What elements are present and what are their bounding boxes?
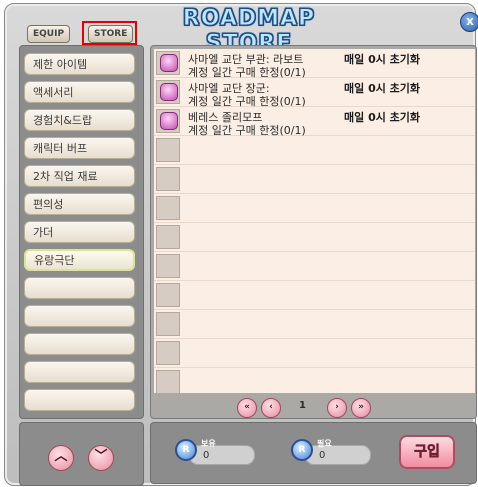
sidebar-item-accessory[interactable]: 액세서리 — [24, 81, 135, 103]
sidebar-item-troupe[interactable]: 유랑극단 — [24, 249, 135, 271]
required-currency-box — [305, 445, 371, 465]
next-page-icon[interactable]: › — [327, 398, 347, 418]
owned-currency-box — [189, 445, 255, 465]
empty-row — [154, 165, 475, 194]
sidebar-item-empty — [24, 361, 135, 383]
currency-coin-icon: R — [175, 439, 197, 461]
sidebar-item-guarder[interactable]: 가더 — [24, 221, 135, 243]
empty-slot — [156, 138, 180, 162]
sidebar-item-empty — [24, 305, 135, 327]
empty-row — [154, 368, 475, 394]
tab-equip[interactable]: EQUIP — [27, 25, 71, 43]
empty-slot — [156, 341, 180, 365]
scroll-up-icon[interactable]: ︿ — [48, 445, 74, 471]
pagination: « ‹ 1 › » — [151, 398, 476, 418]
item-slot — [156, 51, 180, 75]
empty-slot — [156, 167, 180, 191]
empty-slot — [156, 312, 180, 336]
close-icon[interactable]: x — [460, 12, 478, 32]
purchase-bar: R 보유 0 R 필요 0 구입 — [150, 422, 477, 484]
sidebar-item-2nd-job-material[interactable]: 2차 직업 재료 — [24, 165, 135, 187]
sidebar-item-character-buff[interactable]: 캐릭터 버프 — [24, 137, 135, 159]
item-list: 사마엘 교단 부관: 라보트 계정 일간 구매 한정(0/1) 매일 0시 초기… — [150, 45, 477, 419]
page-number: 1 — [299, 400, 306, 411]
item-row[interactable]: 사마엘 교단 장군: 계정 일간 구매 한정(0/1) 매일 0시 초기화 — [154, 78, 475, 108]
sidebar-item-empty — [24, 277, 135, 299]
item-icon — [160, 112, 178, 130]
store-window: ROADMAP STORE x EQUIP STORE 제한 아이템 액세서리 … — [4, 3, 478, 486]
empty-slot — [156, 225, 180, 249]
item-list-body: 사마엘 교단 부관: 라보트 계정 일간 구매 한정(0/1) 매일 0시 초기… — [154, 49, 475, 394]
required-label: 필요 — [317, 439, 332, 448]
first-page-icon[interactable]: « — [237, 398, 257, 418]
item-icon — [160, 83, 178, 101]
empty-row — [154, 310, 475, 339]
empty-slot — [156, 254, 180, 278]
currency-coin-icon: R — [291, 439, 313, 461]
last-page-icon[interactable]: » — [351, 398, 371, 418]
sidebar-item-exp-drop[interactable]: 경험치&드랍 — [24, 109, 135, 131]
store-tab-highlight — [82, 21, 137, 45]
item-reset-info: 매일 0시 초기화 — [344, 53, 421, 66]
buy-button[interactable]: 구입 — [399, 435, 455, 469]
owned-label: 보유 — [201, 439, 216, 448]
empty-row — [154, 281, 475, 310]
empty-row — [154, 136, 475, 165]
sidebar-item-empty — [24, 333, 135, 355]
empty-row — [154, 194, 475, 223]
item-reset-info: 매일 0시 초기화 — [344, 82, 421, 95]
empty-row — [154, 223, 475, 252]
empty-slot — [156, 283, 180, 307]
sidebar-footer: ︿ ﹀ — [19, 422, 144, 486]
empty-slot — [156, 370, 180, 394]
scroll-down-icon[interactable]: ﹀ — [88, 445, 114, 471]
item-reset-info: 매일 0시 초기화 — [344, 111, 421, 124]
item-row[interactable]: 베레스 졸리모프 계정 일간 구매 한정(0/1) 매일 0시 초기화 — [154, 107, 475, 137]
sidebar-item-convenience[interactable]: 편의성 — [24, 193, 135, 215]
item-row[interactable]: 사마엘 교단 부관: 라보트 계정 일간 구매 한정(0/1) 매일 0시 초기… — [154, 49, 475, 79]
category-sidebar: 제한 아이템 액세서리 경험치&드랍 캐릭터 버프 2차 직업 재료 편의성 가… — [19, 45, 144, 419]
required-value: 0 — [319, 450, 326, 461]
item-slot — [156, 80, 180, 104]
prev-page-icon[interactable]: ‹ — [261, 398, 281, 418]
empty-row — [154, 252, 475, 281]
sidebar-item-restricted[interactable]: 제한 아이템 — [24, 53, 135, 75]
empty-row — [154, 339, 475, 368]
owned-value: 0 — [203, 450, 210, 461]
window-title: ROADMAP STORE — [182, 6, 316, 57]
item-slot — [156, 109, 180, 133]
empty-slot — [156, 196, 180, 220]
item-icon — [160, 54, 178, 72]
sidebar-item-empty — [24, 389, 135, 411]
